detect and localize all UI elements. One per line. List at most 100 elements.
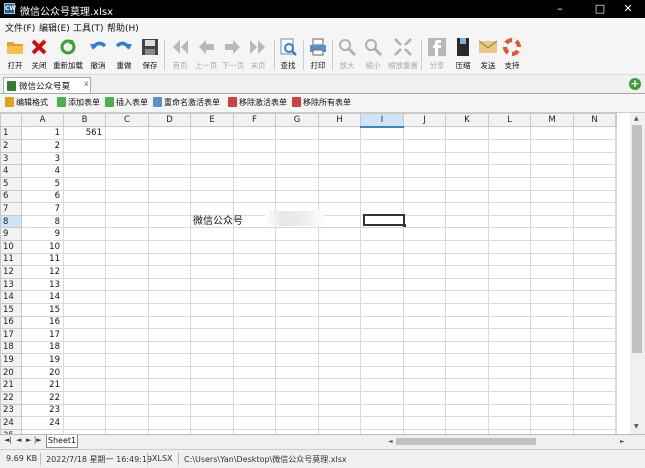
column-header[interactable]: A — [21, 113, 64, 128]
cell[interactable] — [488, 378, 531, 393]
cell[interactable] — [573, 290, 616, 304]
cell[interactable] — [445, 403, 489, 418]
cell[interactable] — [573, 328, 616, 342]
cell[interactable] — [445, 328, 489, 342]
cell[interactable] — [233, 365, 276, 380]
cell[interactable] — [148, 277, 191, 292]
cell[interactable]: 12 — [21, 265, 64, 279]
reload-button[interactable]: 重新加载 — [53, 36, 83, 74]
cell[interactable]: 19 — [21, 353, 64, 367]
cell[interactable] — [403, 252, 446, 267]
cell[interactable] — [148, 265, 191, 279]
cell[interactable] — [275, 403, 319, 418]
cell[interactable] — [63, 214, 106, 229]
cell[interactable] — [275, 340, 319, 355]
first-sheet-icon[interactable]: ◄| — [4, 436, 12, 444]
cell[interactable] — [573, 340, 616, 355]
minimize-button[interactable]: – — [543, 0, 577, 18]
close-window-button[interactable]: ✕ — [611, 0, 645, 18]
cell[interactable] — [190, 252, 234, 267]
cell[interactable]: 21 — [21, 378, 64, 393]
cell[interactable] — [403, 239, 446, 254]
cell[interactable] — [63, 365, 106, 380]
row-header[interactable]: 12 — [0, 265, 22, 279]
row-header[interactable]: 6 — [0, 189, 22, 204]
cell[interactable] — [573, 277, 616, 292]
cell[interactable] — [190, 328, 234, 342]
cell[interactable] — [615, 239, 617, 254]
cell[interactable] — [488, 239, 531, 254]
cell[interactable] — [488, 315, 531, 330]
cell[interactable] — [190, 403, 234, 418]
cell[interactable] — [488, 265, 531, 279]
cell[interactable] — [445, 365, 489, 380]
cell[interactable] — [105, 202, 149, 216]
column-header[interactable]: G — [275, 113, 319, 128]
cell[interactable] — [615, 126, 617, 141]
cell[interactable] — [63, 227, 106, 241]
cell[interactable] — [573, 391, 616, 405]
cell[interactable] — [615, 252, 617, 267]
row-header[interactable]: 7 — [0, 202, 22, 216]
cell[interactable] — [615, 302, 617, 317]
spreadsheet-grid[interactable]: A B C D E F G H I J K L M N 1 1 561 2 2 3 3 4 4 5 5 6 6 7 7 8 8 9 9 10 10 1… — [0, 113, 630, 434]
cell[interactable] — [615, 227, 617, 241]
cell[interactable] — [318, 252, 361, 267]
cell[interactable] — [360, 227, 404, 241]
cell[interactable] — [148, 302, 191, 317]
cell[interactable] — [233, 328, 276, 342]
row-header[interactable]: 16 — [0, 315, 22, 330]
cell[interactable]: 16 — [21, 315, 64, 330]
cell[interactable] — [445, 302, 489, 317]
cell[interactable] — [530, 202, 574, 216]
cell[interactable] — [403, 378, 446, 393]
column-header[interactable]: N — [573, 113, 616, 128]
cell[interactable] — [105, 227, 149, 241]
cell[interactable] — [360, 416, 404, 430]
support-button[interactable]: 支持 — [498, 36, 526, 74]
cell[interactable] — [318, 353, 361, 367]
cell[interactable] — [530, 139, 574, 153]
cell[interactable] — [190, 277, 234, 292]
cell[interactable] — [105, 378, 149, 393]
cell[interactable] — [360, 277, 404, 292]
cell[interactable] — [233, 403, 276, 418]
cell[interactable] — [318, 416, 361, 430]
last-page-button[interactable]: 末页 — [244, 36, 272, 74]
cell[interactable] — [360, 328, 404, 342]
remove-all-sheets-button[interactable]: 移除所有表单 — [292, 97, 351, 109]
cell[interactable] — [615, 315, 617, 330]
cell[interactable] — [488, 340, 531, 355]
cell[interactable] — [573, 139, 616, 153]
cell[interactable] — [275, 378, 319, 393]
cell[interactable] — [445, 214, 489, 229]
cell[interactable] — [190, 126, 234, 141]
cell[interactable] — [488, 416, 531, 430]
cell[interactable] — [148, 378, 191, 393]
cell[interactable] — [233, 416, 276, 430]
insert-sheet-button[interactable]: 插入表单 — [105, 97, 148, 109]
cell[interactable] — [318, 139, 361, 153]
cell[interactable] — [233, 290, 276, 304]
cell[interactable] — [190, 416, 234, 430]
cell[interactable] — [573, 214, 616, 229]
cell[interactable] — [445, 290, 489, 304]
cell[interactable] — [488, 151, 531, 166]
cell[interactable] — [105, 403, 149, 418]
cell[interactable] — [403, 328, 446, 342]
cell[interactable] — [445, 265, 489, 279]
cell[interactable] — [530, 151, 574, 166]
cell[interactable] — [488, 202, 531, 216]
cell[interactable] — [318, 277, 361, 292]
column-header[interactable]: F — [233, 113, 276, 128]
row-header[interactable]: 17 — [0, 328, 22, 342]
cell[interactable] — [403, 403, 446, 418]
cell[interactable] — [573, 403, 616, 418]
cell[interactable] — [360, 365, 404, 380]
zoom-out-button[interactable]: 缩小 — [359, 36, 387, 74]
cell[interactable]: 7 — [21, 202, 64, 216]
cell[interactable] — [615, 202, 617, 216]
cell[interactable] — [63, 239, 106, 254]
cell[interactable] — [318, 202, 361, 216]
cell[interactable] — [318, 340, 361, 355]
